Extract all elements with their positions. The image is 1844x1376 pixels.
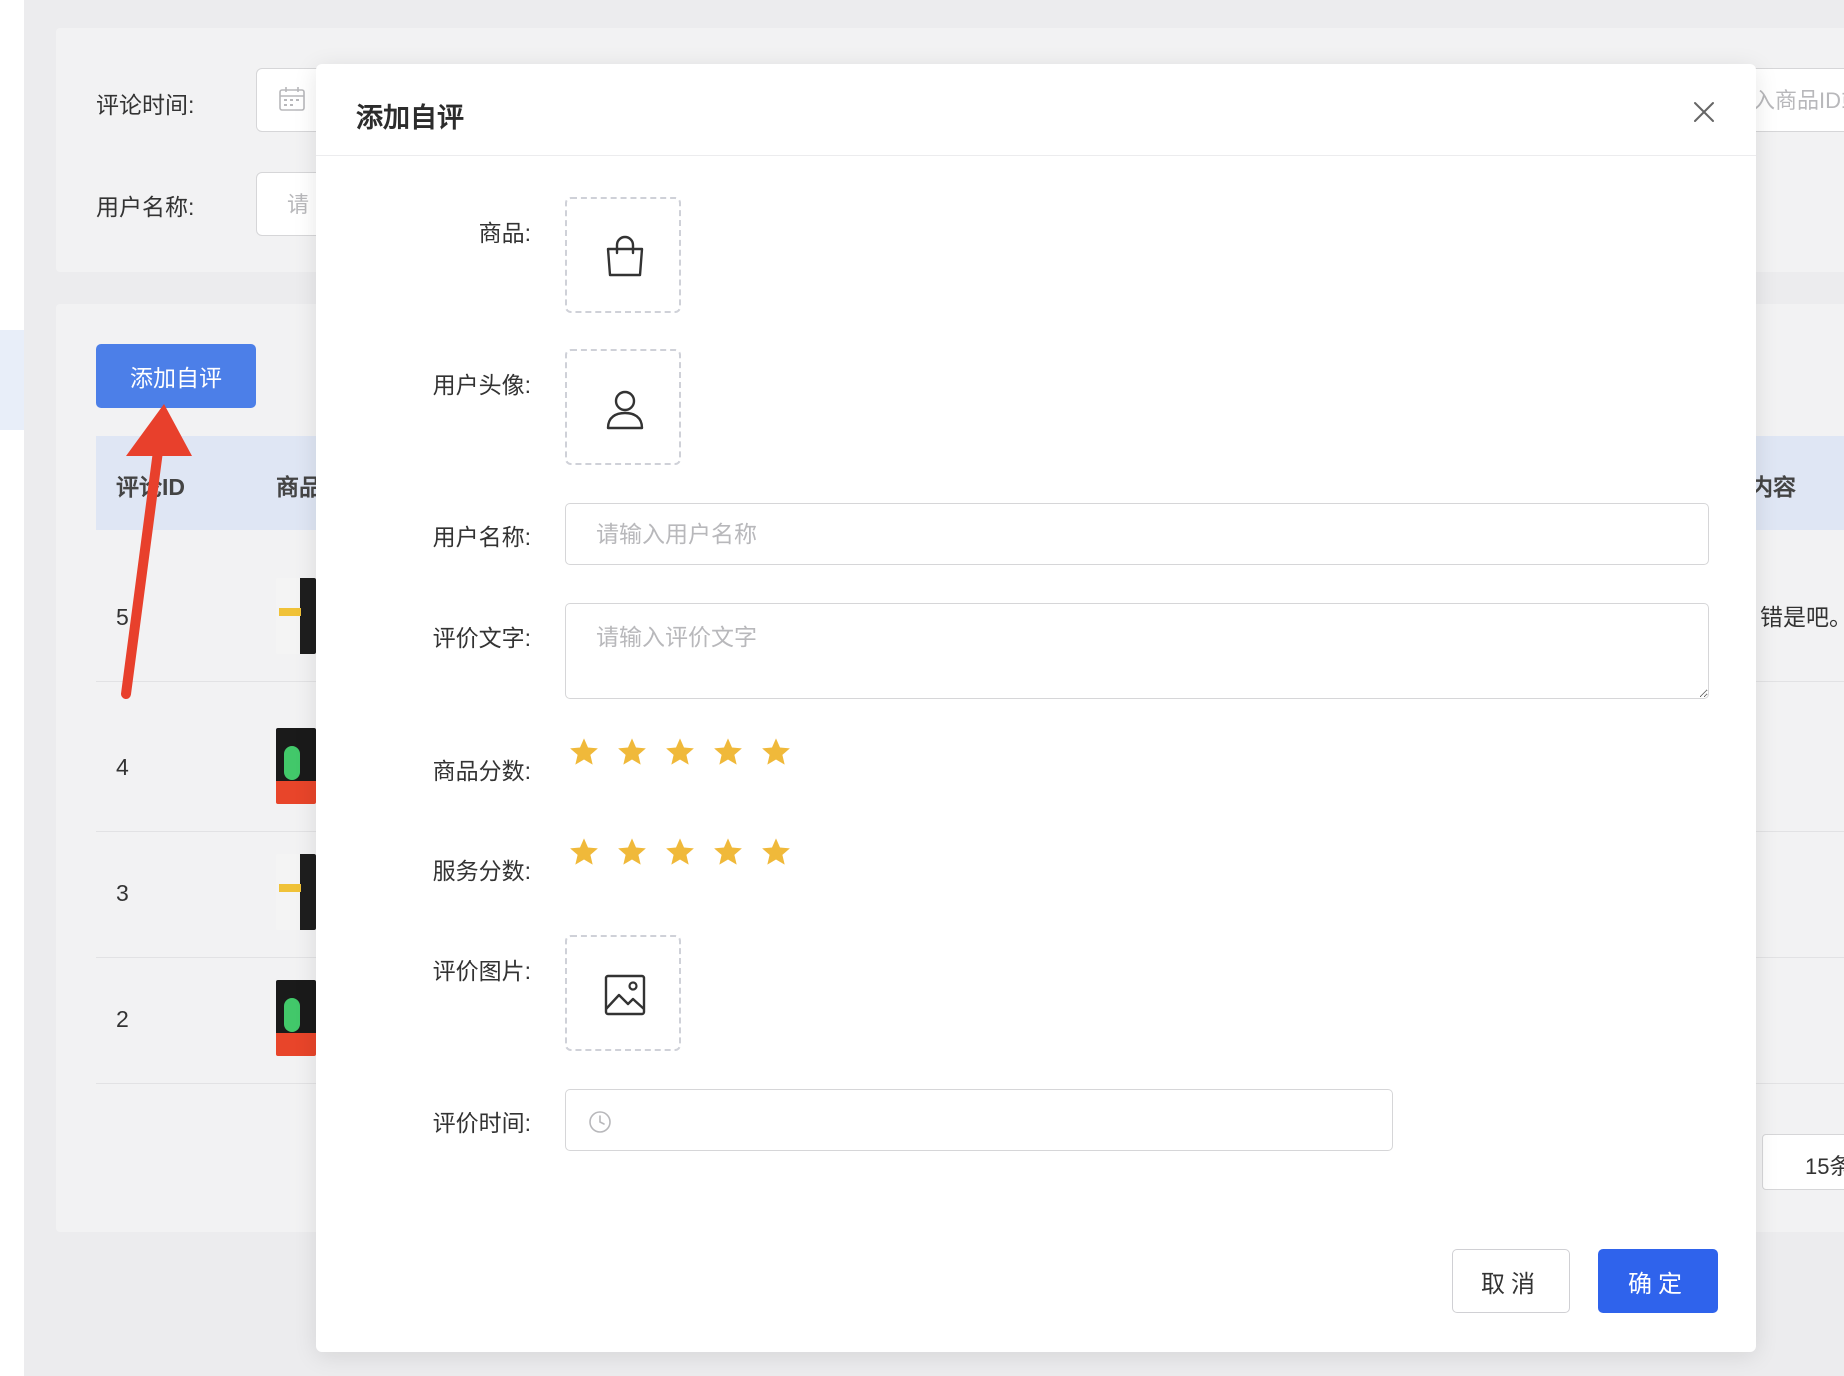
user-icon: [606, 390, 644, 430]
add-self-review-dialog: 添加自评 商品: 用户头像: 用户名称: 评价文字:: [316, 64, 1756, 1352]
username-label: 用户名称:: [432, 524, 531, 550]
product-search-placeholder: 入商品ID或: [1753, 88, 1844, 113]
review-text-label: 评价文字:: [432, 625, 531, 651]
star-icon[interactable]: [664, 836, 696, 868]
star-icon[interactable]: [760, 736, 792, 768]
comment-time-label: 评论时间:: [96, 92, 195, 118]
product-label: 商品:: [478, 220, 531, 246]
service-score-rating[interactable]: [568, 836, 792, 868]
review-time-label: 评价时间:: [432, 1110, 531, 1136]
product-thumbnail[interactable]: [276, 854, 316, 930]
avatar-upload-box[interactable]: [565, 349, 681, 465]
star-icon[interactable]: [568, 736, 600, 768]
sidebar-edge: [0, 0, 24, 1376]
service-score-label: 服务分数:: [432, 858, 531, 884]
clock-icon: [589, 1111, 611, 1133]
star-icon[interactable]: [568, 836, 600, 868]
page: 评论时间: 入商品ID或 用户名称: 请 添加自评 评论ID 商品 内容 5 错…: [0, 0, 1844, 1376]
product-thumbnail[interactable]: [276, 728, 316, 804]
add-self-review-button[interactable]: 添加自评: [96, 344, 256, 408]
avatar-label: 用户头像:: [432, 372, 531, 398]
star-icon[interactable]: [616, 836, 648, 868]
row-id: 2: [116, 1006, 129, 1032]
review-image-upload-box[interactable]: [565, 935, 681, 1051]
star-icon[interactable]: [760, 836, 792, 868]
column-header-content: 内容: [1750, 474, 1796, 500]
confirm-button[interactable]: 确定: [1598, 1249, 1718, 1313]
star-icon[interactable]: [616, 736, 648, 768]
row-id: 4: [116, 754, 129, 780]
column-header-review-id: 评论ID: [116, 474, 185, 500]
review-time-picker[interactable]: [565, 1089, 1393, 1151]
review-text-field[interactable]: [565, 603, 1709, 699]
shopping-bag-icon: [606, 235, 644, 277]
star-icon[interactable]: [664, 736, 696, 768]
page-size-select[interactable]: 15条: [1762, 1134, 1844, 1190]
image-icon: [604, 974, 646, 1016]
dialog-header: 添加自评: [316, 64, 1756, 156]
product-score-rating[interactable]: [568, 736, 792, 768]
review-image-label: 评价图片:: [432, 958, 531, 984]
product-score-label: 商品分数:: [432, 758, 531, 784]
row-content: 错是吧。: [1760, 604, 1844, 630]
user-name-label: 用户名称:: [96, 194, 195, 220]
cancel-button[interactable]: 取消: [1452, 1249, 1570, 1313]
row-id: 3: [116, 880, 129, 906]
sidebar-active-item[interactable]: [0, 330, 24, 430]
star-icon[interactable]: [712, 736, 744, 768]
product-thumbnail[interactable]: [276, 980, 316, 1056]
user-name-filter-placeholder: 请: [287, 192, 310, 217]
close-icon[interactable]: [1692, 100, 1716, 124]
username-field[interactable]: [565, 503, 1709, 565]
calendar-icon: [279, 87, 305, 111]
product-thumbnail[interactable]: [276, 578, 316, 654]
star-icon[interactable]: [712, 836, 744, 868]
row-id: 5: [116, 604, 129, 630]
dialog-title: 添加自评: [356, 103, 464, 133]
product-select-box[interactable]: [565, 197, 681, 313]
